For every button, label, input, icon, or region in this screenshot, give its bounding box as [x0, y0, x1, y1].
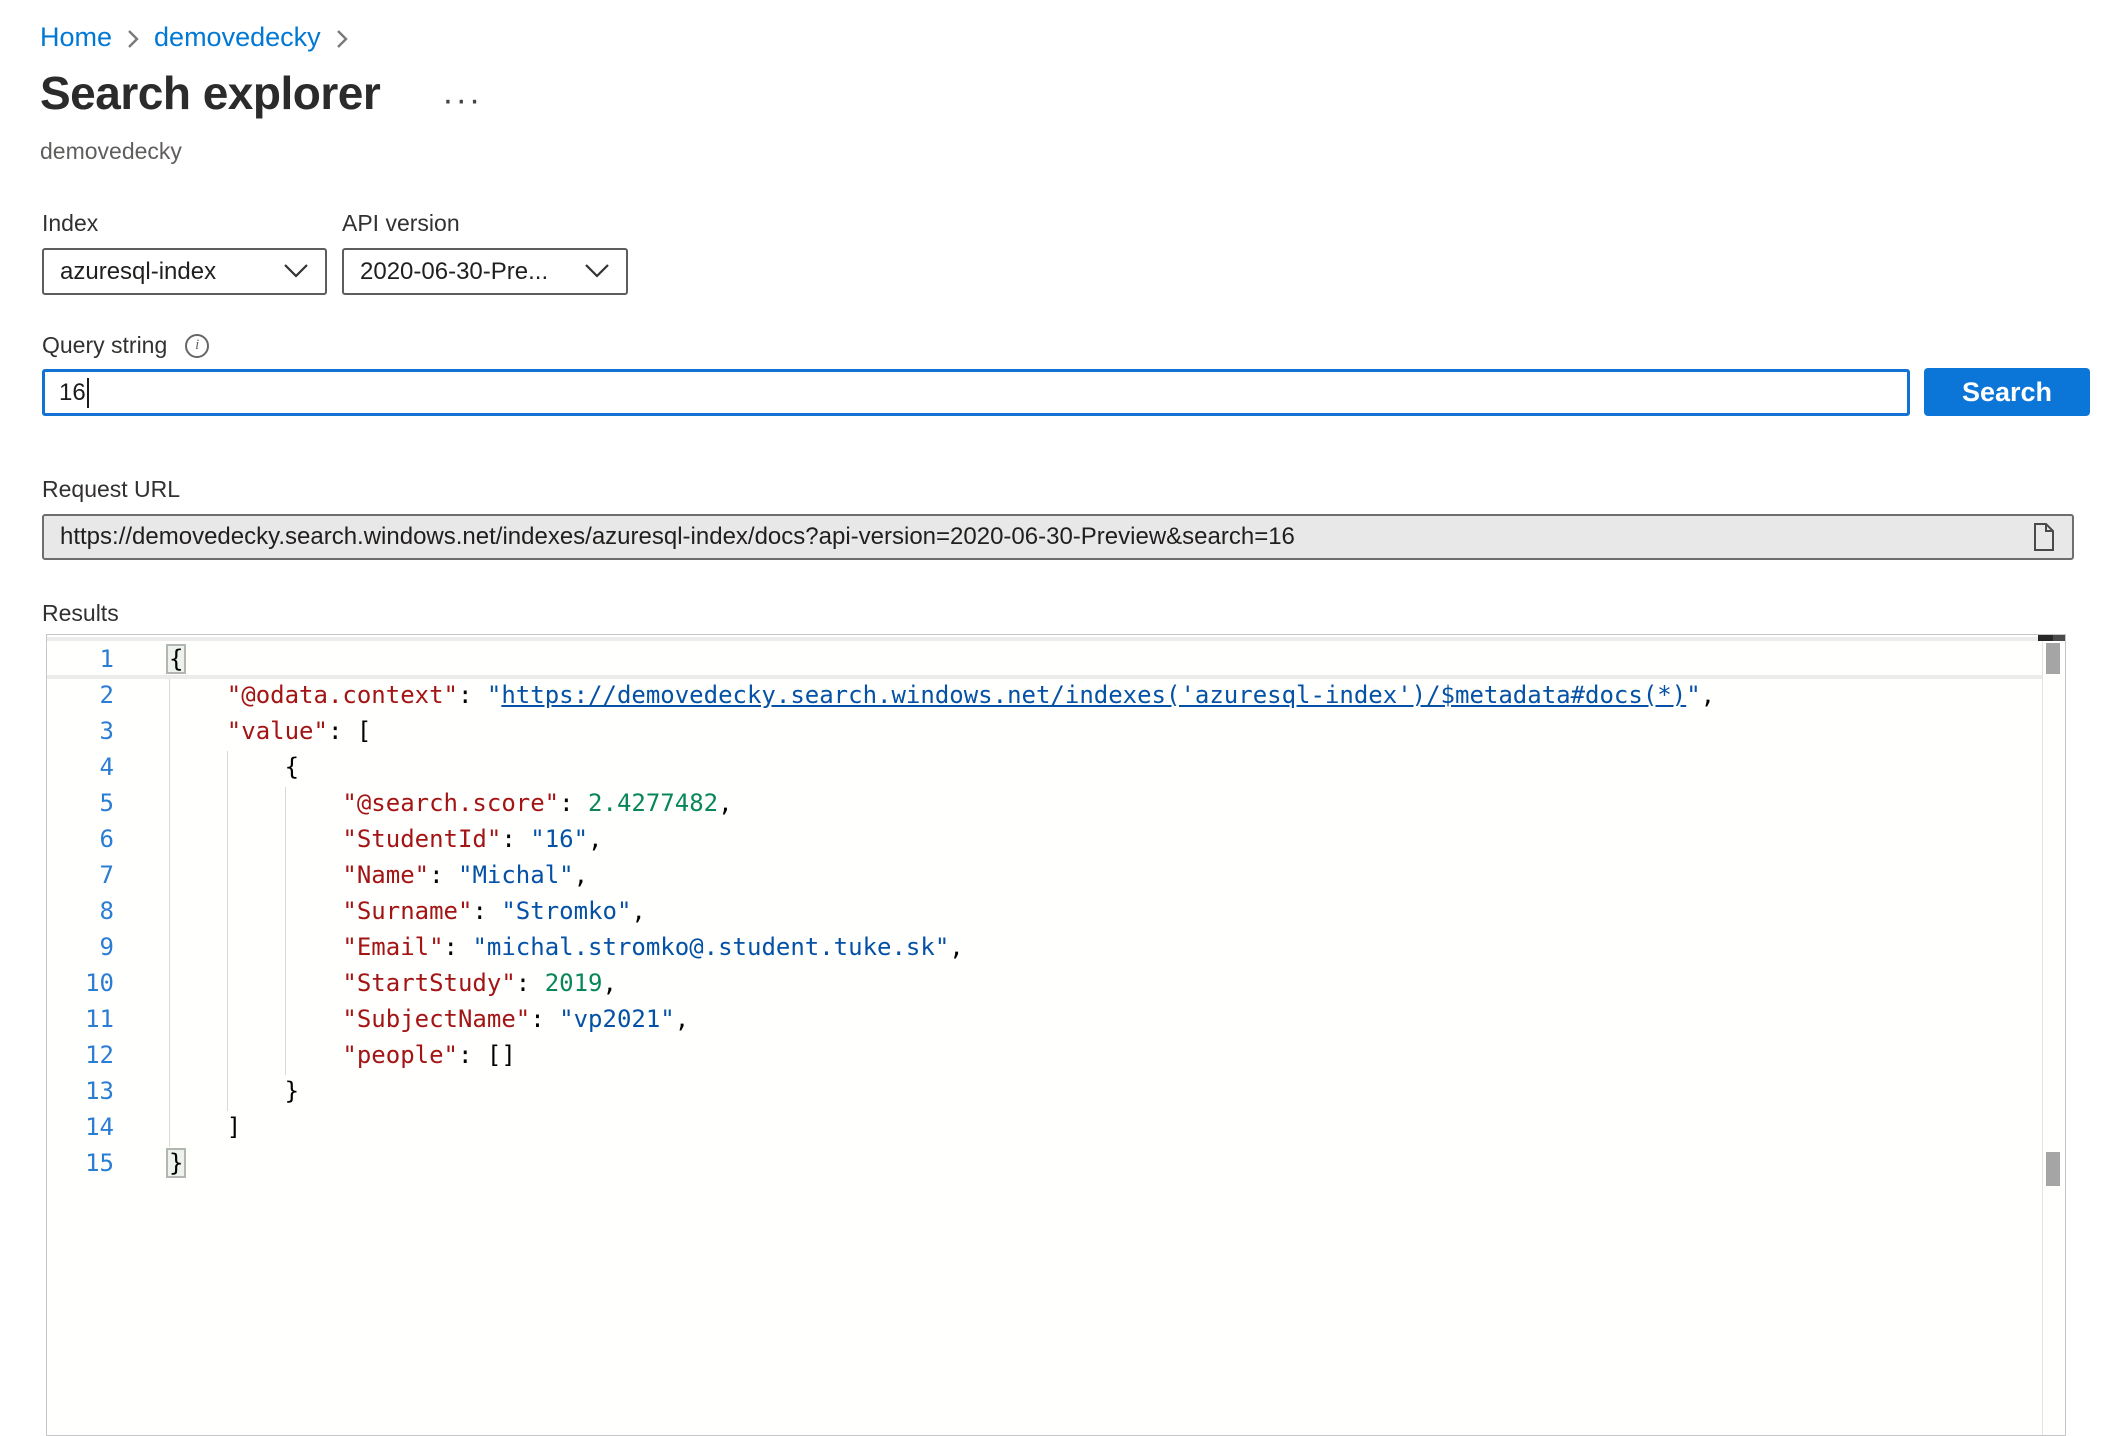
query-string-label: Query string	[42, 332, 167, 359]
scrollbar-thumb[interactable]	[2046, 643, 2060, 674]
code-line: 15}	[47, 1145, 2042, 1181]
request-url-value: https://demovedecky.search.windows.net/i…	[60, 523, 2020, 551]
api-version-label: API version	[342, 210, 460, 237]
overview-ruler-marker	[2046, 1152, 2060, 1186]
api-version-select[interactable]: 2020-06-30-Pre...	[342, 248, 628, 295]
query-string-value: 16	[59, 379, 86, 407]
index-select-value: azuresql-index	[60, 258, 216, 286]
line-number: 11	[47, 1001, 114, 1037]
code-line: 10 "StartStudy": 2019,	[47, 965, 2042, 1001]
breadcrumb: Home demovedecky	[40, 22, 349, 53]
line-number: 5	[47, 785, 114, 821]
line-number: 8	[47, 893, 114, 929]
index-select[interactable]: azuresql-index	[42, 248, 327, 295]
line-number: 4	[47, 749, 114, 785]
breadcrumb-demovedecky-link[interactable]: demovedecky	[154, 22, 321, 53]
overview-ruler-cursor-marker	[2038, 635, 2065, 641]
page-subtitle: demovedecky	[40, 138, 182, 165]
code-line: 13 }	[47, 1073, 2042, 1109]
breadcrumb-home-link[interactable]: Home	[40, 22, 112, 53]
api-version-select-value: 2020-06-30-Pre...	[360, 258, 548, 286]
line-number: 15	[47, 1145, 114, 1181]
code-line: 6 "StudentId": "16",	[47, 821, 2042, 857]
query-string-label-row: Query string i	[42, 332, 209, 359]
more-actions-button[interactable]: ···	[442, 76, 482, 110]
code-line: 8 "Surname": "Stromko",	[47, 893, 2042, 929]
indent-guide	[285, 787, 286, 1075]
code-line: 12 "people": []	[47, 1037, 2042, 1073]
chevron-down-icon	[283, 258, 309, 286]
code-line: 3 "value": [	[47, 713, 2042, 749]
code-line: 2 "@odata.context": "https://demovedecky…	[47, 677, 2042, 713]
text-cursor	[87, 378, 89, 408]
indent-guide	[169, 679, 170, 1147]
line-number: 12	[47, 1037, 114, 1073]
code-line: 7 "Name": "Michal",	[47, 857, 2042, 893]
line-number: 13	[47, 1073, 114, 1109]
code-line: 14 ]	[47, 1109, 2042, 1145]
code-line: 4 {	[47, 749, 2042, 785]
line-number: 2	[47, 677, 114, 713]
chevron-down-icon	[584, 258, 610, 286]
chevron-right-icon	[126, 28, 140, 50]
request-url-bar[interactable]: https://demovedecky.search.windows.net/i…	[42, 514, 2074, 560]
line-number: 14	[47, 1109, 114, 1145]
search-button[interactable]: Search	[1924, 368, 2090, 416]
line-number: 10	[47, 965, 114, 1001]
code-line: 11 "SubjectName": "vp2021",	[47, 1001, 2042, 1037]
chevron-right-icon	[335, 28, 349, 50]
code-line: 9 "Email": "michal.stromko@.student.tuke…	[47, 929, 2042, 965]
line-number: 9	[47, 929, 114, 965]
copy-icon[interactable]	[2032, 522, 2056, 552]
indent-guide	[227, 751, 228, 1111]
line-number: 1	[47, 641, 114, 677]
code-line: 1{	[47, 641, 2042, 677]
line-number: 7	[47, 857, 114, 893]
page-header: Search explorer ···	[40, 66, 482, 120]
code-lines: 1{2 "@odata.context": "https://demovedec…	[47, 641, 2042, 1181]
editor-scrollbar[interactable]	[2042, 635, 2065, 1435]
line-number: 6	[47, 821, 114, 857]
results-code-editor[interactable]: 1{2 "@odata.context": "https://demovedec…	[46, 634, 2066, 1436]
code-line: 5 "@search.score": 2.4277482,	[47, 785, 2042, 821]
index-label: Index	[42, 210, 98, 237]
page-title: Search explorer	[40, 66, 380, 120]
line-number: 3	[47, 713, 114, 749]
request-url-label: Request URL	[42, 476, 180, 503]
results-label: Results	[42, 600, 119, 627]
info-icon[interactable]: i	[185, 334, 209, 358]
query-string-input[interactable]: 16	[42, 369, 1910, 416]
